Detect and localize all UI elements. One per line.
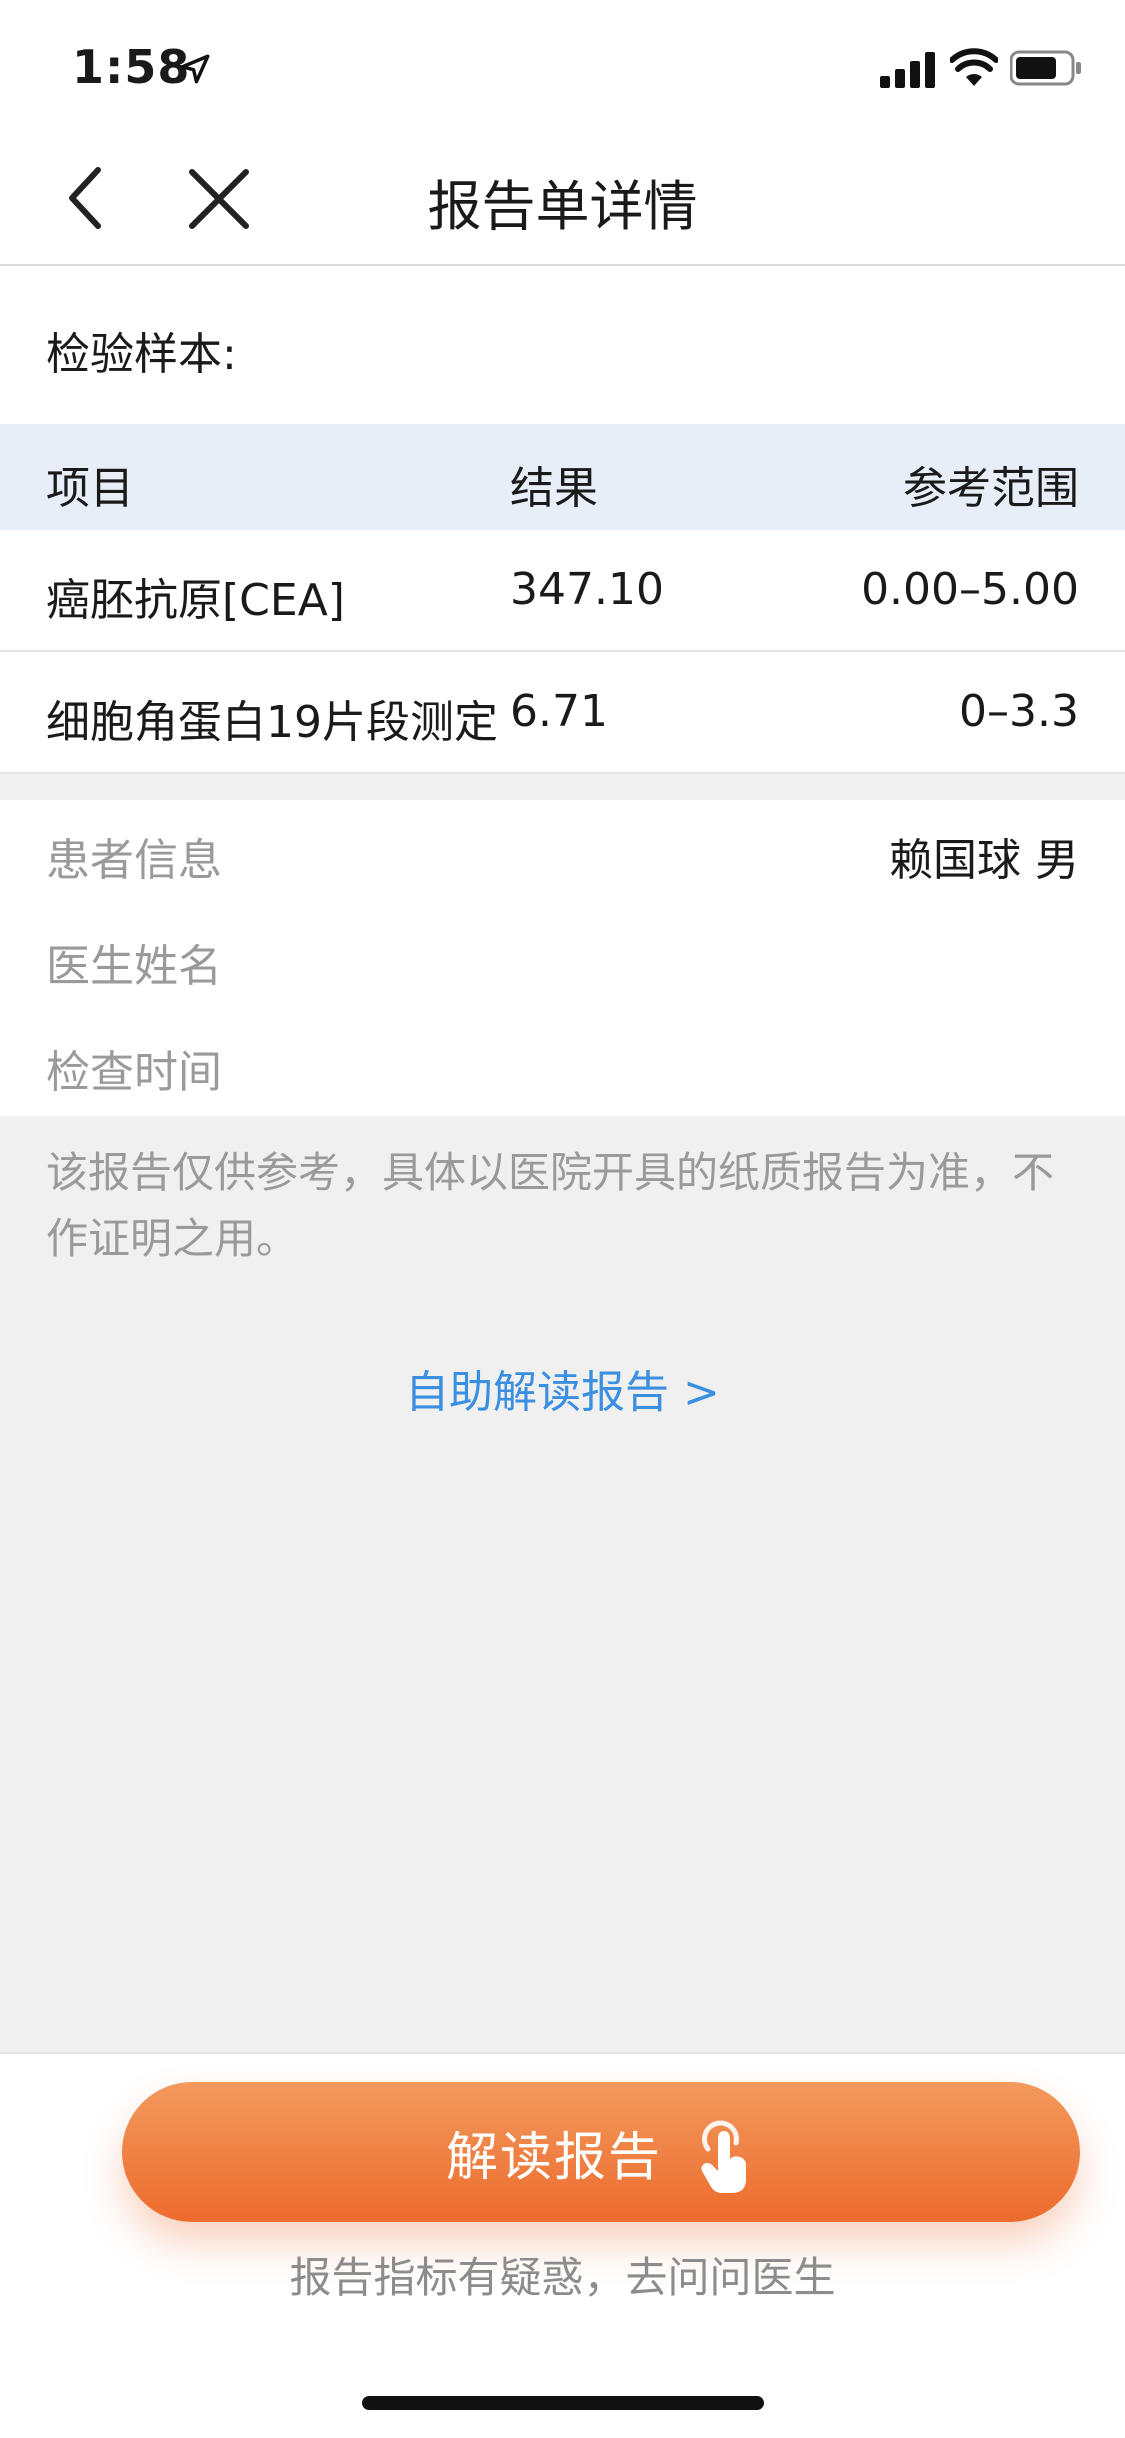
row-range: 0–3.3: [959, 686, 1079, 737]
patient-info-section: 患者信息 赖国球 男 医生姓名 检查时间: [0, 800, 1125, 1116]
disclaimer-text: 该报告仅供参考，具体以医院开具的纸质报告为准，不作证明之用。: [46, 1148, 1055, 1263]
column-header-result: 结果: [510, 463, 598, 514]
status-time: 1:58: [72, 40, 191, 94]
nav-bar: 报告单详情: [0, 132, 1125, 266]
cellular-signal-icon: [880, 52, 935, 88]
sample-section: 检验样本:: [0, 266, 1125, 424]
row-result: 6.71: [510, 686, 608, 737]
status-bar: 1:58: [0, 0, 1125, 132]
doctor-name-label: 医生姓名: [46, 941, 222, 992]
read-report-label: 解读报告: [445, 2127, 662, 2188]
home-indicator[interactable]: [362, 2396, 764, 2410]
table-row: 癌胚抗原[CEA] 347.10 0.00–5.00: [0, 530, 1125, 652]
row-item: 癌胚抗原[CEA]: [46, 575, 345, 626]
ask-doctor-hint[interactable]: 报告指标有疑惑，去问问医生: [0, 2244, 1125, 2305]
exam-time-label: 检查时间: [46, 1047, 222, 1098]
wifi-icon: [950, 48, 998, 86]
read-report-button[interactable]: 解读报告: [122, 2082, 1080, 2222]
table-header: 项目 结果 参考范围: [0, 424, 1125, 530]
location-arrow-icon: [180, 54, 210, 84]
row-item: 细胞角蛋白19片段测定: [46, 697, 498, 748]
patient-info-value: 赖国球 男: [889, 835, 1079, 886]
battery-icon: [1010, 50, 1081, 86]
column-header-item: 项目: [46, 463, 134, 514]
column-header-range: 参考范围: [903, 463, 1079, 514]
sample-label: 检验样本:: [46, 329, 237, 380]
table-row: 细胞角蛋白19片段测定 6.71 0–3.3: [0, 652, 1125, 774]
row-result: 347.10: [510, 564, 664, 615]
tap-hand-icon: [701, 2120, 746, 2193]
patient-info-label: 患者信息: [46, 835, 222, 886]
bottom-action-bar: 解读报告 报告指标有疑惑，去问问医生: [0, 2052, 1125, 2438]
page-title: 报告单详情: [427, 175, 698, 238]
self-read-report-link[interactable]: 自助解读报告 >: [0, 1356, 1125, 1420]
row-range: 0.00–5.00: [861, 564, 1079, 615]
